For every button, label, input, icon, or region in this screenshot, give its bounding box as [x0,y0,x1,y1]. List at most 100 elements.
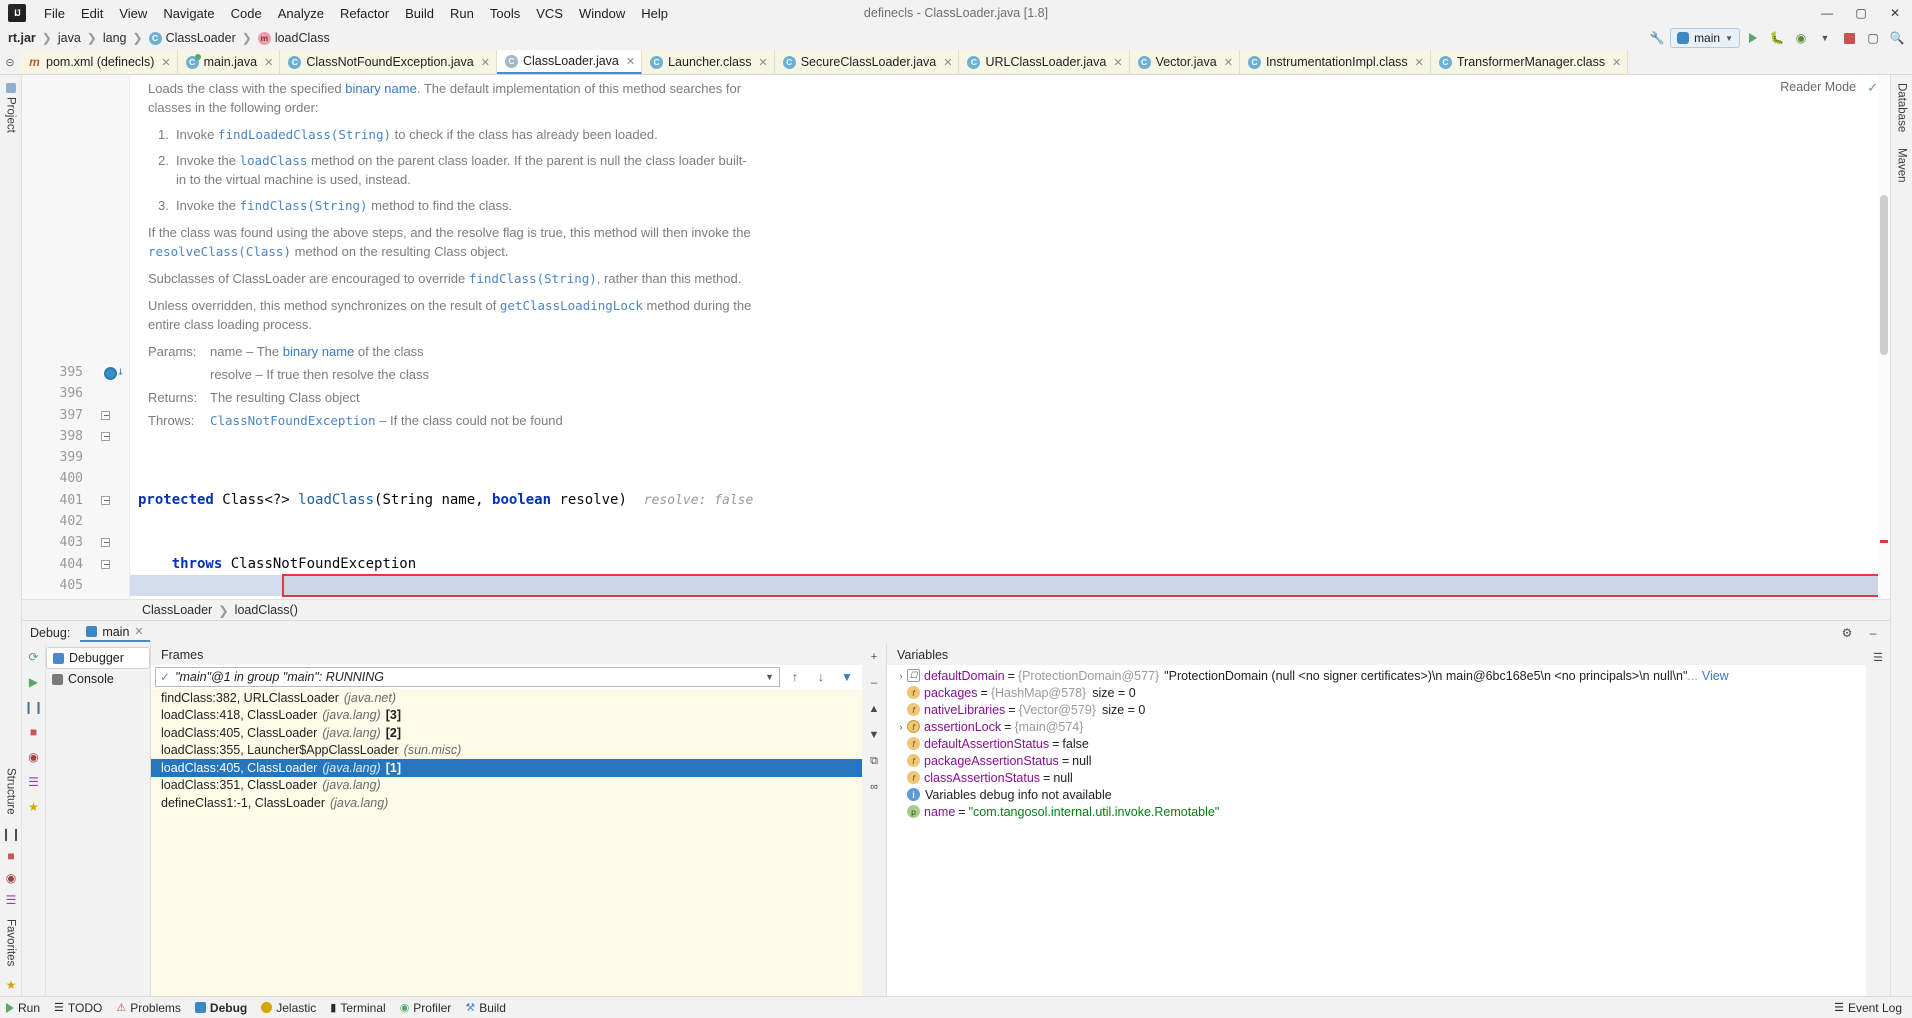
menu-tools[interactable]: Tools [482,3,528,24]
tab-urlclassloader[interactable]: C URLClassLoader.java ✕ [959,50,1130,74]
tab-main-java[interactable]: C main.java ✕ [177,50,281,74]
statusbar-build[interactable]: ⚒ Build [465,1001,506,1015]
list-item[interactable]: loadClass:351, ClassLoader (java.lang) [151,777,862,795]
run-configuration-selector[interactable]: main ▼ [1670,28,1740,48]
fold-marker-icon[interactable] [101,559,110,569]
tree-row[interactable]: f packages = {HashMap@578} size = 0 [887,684,1866,701]
sidebar-item-maven[interactable]: Maven [1891,140,1912,191]
wrench-icon[interactable]: 🔧 [1646,28,1668,48]
stop-red-icon[interactable]: ■ [0,845,22,867]
breadcrumb-item-loadclass[interactable]: loadClass [275,31,330,45]
close-icon[interactable]: ✕ [161,56,170,69]
close-icon[interactable]: ✕ [134,625,143,638]
expand-chevron-icon[interactable]: › [895,722,907,732]
menu-navigate[interactable]: Navigate [155,3,222,24]
step-code-link[interactable]: findClass(String) [240,198,368,213]
close-button[interactable]: ✕ [1878,0,1912,26]
tree-row[interactable]: f packageAssertionStatus = null [887,752,1866,769]
breakpoint-current-icon[interactable] [104,367,117,380]
tab-classloader-java[interactable]: C ClassLoader.java ✕ [496,50,643,74]
breadcrumb-method[interactable]: loadClass() [235,603,298,617]
add-watch-icon[interactable]: + [865,648,883,666]
tab-pom-xml[interactable]: m pom.xml (definecls) ✕ [20,50,178,74]
frames-list[interactable]: findClass:382, URLClassLoader (java.net) … [151,689,862,996]
link-icon[interactable]: ∞ [865,778,883,796]
binary-name-link[interactable]: binary name [345,81,417,96]
maximize-button[interactable]: ▢ [1844,0,1878,26]
fold-marker-icon[interactable] [101,431,110,441]
close-icon[interactable]: ✕ [264,56,273,69]
tree-row[interactable]: › f assertionLock = {main@574} [887,718,1866,735]
menu-analyze[interactable]: Analyze [270,3,332,24]
close-icon[interactable]: ✕ [1612,56,1621,69]
menu-view[interactable]: View [111,3,155,24]
statusbar-terminal[interactable]: ▮ Terminal [330,1001,385,1015]
close-icon[interactable]: ✕ [759,56,768,69]
view-link[interactable]: View [1702,669,1729,683]
move-up-icon[interactable]: ▲ [865,700,883,718]
tree-row[interactable]: f classAssertionStatus = null [887,769,1866,786]
breadcrumb-item-rtjar[interactable]: rt.jar [8,31,36,45]
stop-program-icon[interactable]: ■ [25,723,43,741]
tab-classnotfoundexception[interactable]: C ClassNotFoundException.java ✕ [280,50,497,74]
rerun-icon[interactable]: ⟳ [25,648,43,666]
list-item[interactable]: loadClass:355, Launcher$AppClassLoader (s… [151,742,862,760]
tab-launcher-class[interactable]: C Launcher.class ✕ [642,50,775,74]
move-down-icon[interactable]: ▼ [865,726,883,744]
tab-instrumentationimpl[interactable]: C InstrumentationImpl.class ✕ [1239,50,1431,74]
binary-name-link[interactable]: binary name [283,344,355,359]
list-item[interactable]: loadClass:405, ClassLoader (java.lang) [2] [151,724,862,742]
statusbar-debug[interactable]: Debug [194,1001,247,1015]
list-item[interactable]: defineClass1:-1, ClassLoader (java.lang) [151,794,862,812]
resolveclass-link[interactable]: resolveClass(Class) [148,244,291,259]
close-icon[interactable]: ✕ [1415,56,1424,69]
fold-marker-icon[interactable] [101,538,110,548]
vars-settings-icon[interactable]: ☰ [1869,648,1887,666]
close-icon[interactable]: ✕ [1224,56,1233,69]
statusbar-todo[interactable]: ☰ TODO [54,1001,102,1015]
chevron-down-icon[interactable]: ▼ [765,672,774,682]
remove-watch-icon[interactable]: – [865,674,883,692]
tab-debugger[interactable]: Debugger [46,647,150,669]
copy-icon[interactable]: ⧉ [865,752,883,770]
list-item[interactable]: loadClass:405, ClassLoader (java.lang) [1] [151,759,862,777]
profile-icon[interactable]: ▼ [1814,28,1836,48]
code-lines[interactable]: protected Class<?> loadClass(String name… [130,362,1890,599]
sidebar-item-structure[interactable]: Structure [0,760,21,823]
pause-program-icon[interactable]: ❙❙ [23,698,43,716]
frame-down-icon[interactable]: ↓ [810,667,832,687]
editor-text-area[interactable]: Reader Mode ✓ Loads the class with the s… [130,75,1890,599]
close-icon[interactable]: ✕ [626,55,635,68]
getclassloadinglock-link[interactable]: getClassLoadingLock [500,298,643,313]
menu-help[interactable]: Help [633,3,676,24]
menu-vcs[interactable]: VCS [528,3,571,24]
breadcrumb-item-java[interactable]: java [58,31,81,45]
stop-icon[interactable] [1838,28,1860,48]
statusbar-jelastic[interactable]: Jelastic [261,1001,316,1015]
settings-gear-icon[interactable]: ⚙ [1836,623,1858,643]
menu-edit[interactable]: Edit [73,3,111,24]
statusbar-profiler[interactable]: ◉ Profiler [400,1001,452,1015]
fold-column[interactable] [101,362,119,596]
close-icon[interactable]: ✕ [481,56,490,69]
breakpoints-icon[interactable]: ☰ [0,889,22,911]
tree-row[interactable]: › ☐ defaultDomain = {ProtectionDomain@57… [887,667,1866,684]
view-breakpoints-icon[interactable]: ◉ [25,748,43,766]
close-icon[interactable]: ✕ [943,56,952,69]
thread-selector[interactable]: ✓ "main"@1 in group "main": RUNNING ▼ [155,667,780,687]
sidebar-item-database[interactable]: Database [1891,75,1912,140]
sidebar-item-project[interactable]: Project [0,75,21,141]
pin-tabs-icon[interactable]: ⊝ [0,50,20,74]
menu-build[interactable]: Build [397,3,442,24]
tree-row[interactable]: p name = "com.tangosol.internal.util.inv… [887,803,1866,820]
pause-icon[interactable]: ❙❙ [0,823,22,845]
editor-gutter[interactable]: 395 396 397 398 399 400 401 402 403 404 … [22,75,130,599]
editor-scrollbar-thumb[interactable] [1880,195,1888,355]
tree-row[interactable]: f defaultAssertionStatus = false [887,735,1866,752]
tree-row[interactable]: f nativeLibraries = {Vector@579} size = … [887,701,1866,718]
findclass-link[interactable]: findClass(String) [469,271,597,286]
error-stripe-marker[interactable] [1880,540,1888,543]
mute-breakpoints-icon[interactable]: ◉ [0,867,22,889]
tab-vector-java[interactable]: C Vector.java ✕ [1129,50,1240,74]
resume-program-icon[interactable]: ▶ [25,673,43,691]
